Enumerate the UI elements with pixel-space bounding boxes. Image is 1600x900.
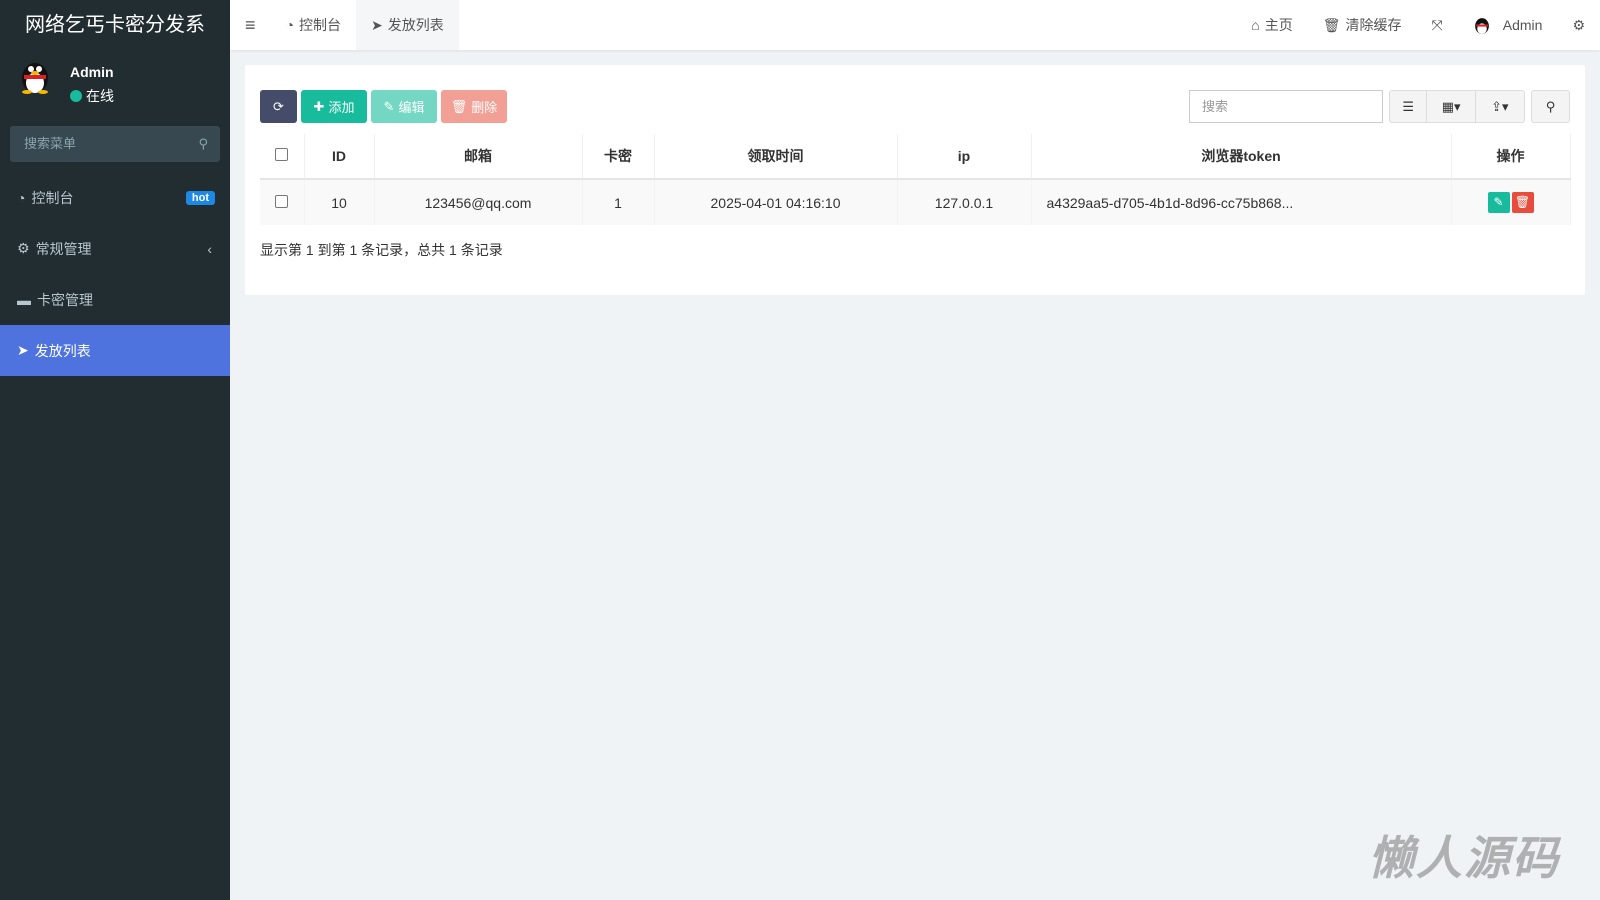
column-header-actions: 操作 bbox=[1451, 134, 1571, 180]
delete-label: 删除 bbox=[471, 100, 498, 115]
content-panel: ⟳ ✚ 添加 ✎ 编辑 🗑 删除 搜索 ☰ ▦▾ ⇪▾ ⚲ ID 邮箱 卡密 领取时间… bbox=[245, 65, 1585, 295]
column-header-card[interactable]: 卡密 bbox=[582, 134, 655, 180]
home-icon: ⌂ bbox=[1251, 17, 1260, 33]
dashboard-icon: ◔ bbox=[17, 189, 26, 206]
menu-search-input[interactable]: 搜索菜单 ⚲ bbox=[10, 126, 220, 162]
header-user-name: Admin bbox=[1502, 17, 1543, 33]
add-button[interactable]: ✚ 添加 bbox=[301, 90, 367, 123]
card-icon: ▬ bbox=[17, 291, 31, 308]
refresh-button[interactable]: ⟳ bbox=[260, 90, 297, 123]
user-menu[interactable]: Admin bbox=[1458, 0, 1558, 50]
cell-actions: ✎ 🗑 bbox=[1451, 179, 1571, 225]
sidebar-item-label: 常规管理 bbox=[35, 240, 92, 257]
online-dot-icon bbox=[70, 90, 82, 102]
column-header-email[interactable]: 邮箱 bbox=[374, 134, 583, 180]
table-row: 10 123456@qq.com 1 2025-04-01 04:16:10 1… bbox=[260, 179, 1571, 225]
tab-distribution[interactable]: ➤ 发放列表 bbox=[355, 0, 459, 50]
paper-plane-icon: ➤ bbox=[17, 342, 29, 358]
sidebar-item-cards[interactable]: ▬ 卡密管理 bbox=[0, 274, 230, 325]
pagination-summary: 显示第 1 到第 1 条记录，总共 1 条记录 bbox=[260, 242, 503, 258]
column-header-time[interactable]: 领取时间 bbox=[654, 134, 898, 180]
edit-button[interactable]: ✎ 编辑 bbox=[371, 90, 437, 123]
hot-badge: hot bbox=[185, 190, 215, 205]
user-name: Admin bbox=[70, 64, 114, 80]
avatar bbox=[22, 63, 48, 94]
status-text: 在线 bbox=[86, 88, 114, 104]
sidebar-item-label: 卡密管理 bbox=[37, 291, 93, 308]
cell-id: 10 bbox=[304, 179, 375, 225]
refresh-icon: ⟳ bbox=[273, 98, 284, 114]
data-table: ID 邮箱 卡密 领取时间 ip 浏览器token 操作 10 123456@q… bbox=[260, 134, 1571, 225]
fullscreen-button[interactable]: ⤧ bbox=[1417, 0, 1458, 50]
select-all-checkbox[interactable] bbox=[260, 134, 305, 180]
tab-label: 控制台 bbox=[298, 17, 341, 33]
edit-label: 编辑 bbox=[398, 100, 425, 115]
column-header-id[interactable]: ID bbox=[304, 134, 375, 180]
home-label: 主页 bbox=[1264, 17, 1293, 33]
table-search-input[interactable]: 搜索 bbox=[1189, 90, 1383, 123]
export-dropdown-button[interactable]: ⇪▾ bbox=[1476, 91, 1524, 122]
dashboard-icon: ◔ bbox=[285, 17, 294, 33]
clear-cache-label: 清除缓存 bbox=[1345, 17, 1402, 33]
trash-icon: 🗑 bbox=[450, 98, 468, 114]
expand-icon: ⤧ bbox=[1431, 16, 1443, 33]
column-header-ip[interactable]: ip bbox=[897, 134, 1032, 180]
row-checkbox[interactable] bbox=[260, 179, 305, 225]
tab-dashboard[interactable]: ◔ 控制台 bbox=[271, 0, 356, 50]
advanced-search-button[interactable]: ⚲ bbox=[1531, 90, 1570, 123]
toggle-view-button[interactable]: ☰ bbox=[1390, 91, 1428, 122]
user-panel: Admin 在线 bbox=[0, 50, 230, 116]
avatar bbox=[1474, 18, 1489, 34]
menu-search-placeholder: 搜索菜单 bbox=[24, 136, 77, 151]
sidebar-item-dashboard[interactable]: ◔ 控制台 hot bbox=[0, 172, 230, 223]
search-icon: ⚲ bbox=[1545, 98, 1556, 114]
gears-icon: ⚙ bbox=[17, 240, 30, 256]
add-label: 添加 bbox=[328, 100, 355, 115]
pencil-icon: ✎ bbox=[383, 98, 395, 114]
chevron-left-icon: ‹ bbox=[207, 240, 212, 257]
gears-icon: ⚙ bbox=[1572, 16, 1585, 33]
sidebar-item-distribution[interactable]: ➤ 发放列表 bbox=[0, 325, 230, 376]
table-tools: ☰ ▦▾ ⇪▾ bbox=[1389, 90, 1525, 123]
cell-email: 123456@qq.com bbox=[374, 179, 583, 225]
sidebar-item-general[interactable]: ⚙ 常规管理 ‹ bbox=[0, 223, 230, 274]
cell-token: a4329aa5-d705-4b1d-8d96-cc75b868... bbox=[1031, 179, 1452, 225]
sidebar-item-label: 发放列表 bbox=[34, 342, 91, 359]
settings-button[interactable]: ⚙ bbox=[1557, 0, 1600, 50]
tab-label: 发放列表 bbox=[387, 17, 444, 33]
home-link[interactable]: ⌂ 主页 bbox=[1236, 0, 1307, 50]
top-header: ≡ ◔ 控制台 ➤ 发放列表 ⌂ 主页 🗑 清除缓存 ⤧ Admin ⚙ bbox=[230, 0, 1600, 50]
columns-dropdown-button[interactable]: ▦▾ bbox=[1427, 91, 1476, 122]
row-delete-button[interactable]: 🗑 bbox=[1511, 192, 1534, 213]
table-header-row: ID 邮箱 卡密 领取时间 ip 浏览器token 操作 bbox=[260, 134, 1571, 180]
plus-icon: ✚ bbox=[313, 98, 325, 114]
cell-card: 1 bbox=[582, 179, 655, 225]
column-header-token[interactable]: 浏览器token bbox=[1031, 134, 1452, 180]
app-title: 网络乞丐卡密分发系 bbox=[25, 14, 205, 36]
sidebar: 网络乞丐卡密分发系 Admin 在线 搜索菜单 ⚲ ◔ 控制台 hot ⚙ 常规管理 ‹ … bbox=[0, 0, 230, 900]
trash-icon: 🗑 bbox=[1322, 16, 1341, 33]
clear-cache-button[interactable]: 🗑 清除缓存 bbox=[1308, 0, 1417, 50]
cell-ip: 127.0.0.1 bbox=[897, 179, 1032, 225]
watermark: 懒人源码 bbox=[1368, 832, 1560, 884]
sidebar-item-label: 控制台 bbox=[31, 189, 74, 206]
paper-plane-icon: ➤ bbox=[370, 16, 383, 33]
delete-button[interactable]: 🗑 删除 bbox=[441, 90, 507, 123]
menu-toggle-button[interactable]: ≡ bbox=[230, 0, 271, 50]
search-icon[interactable]: ⚲ bbox=[198, 126, 208, 162]
cell-time: 2025-04-01 04:16:10 bbox=[654, 179, 898, 225]
user-status: 在线 bbox=[70, 86, 114, 106]
row-edit-button[interactable]: ✎ bbox=[1487, 192, 1510, 213]
